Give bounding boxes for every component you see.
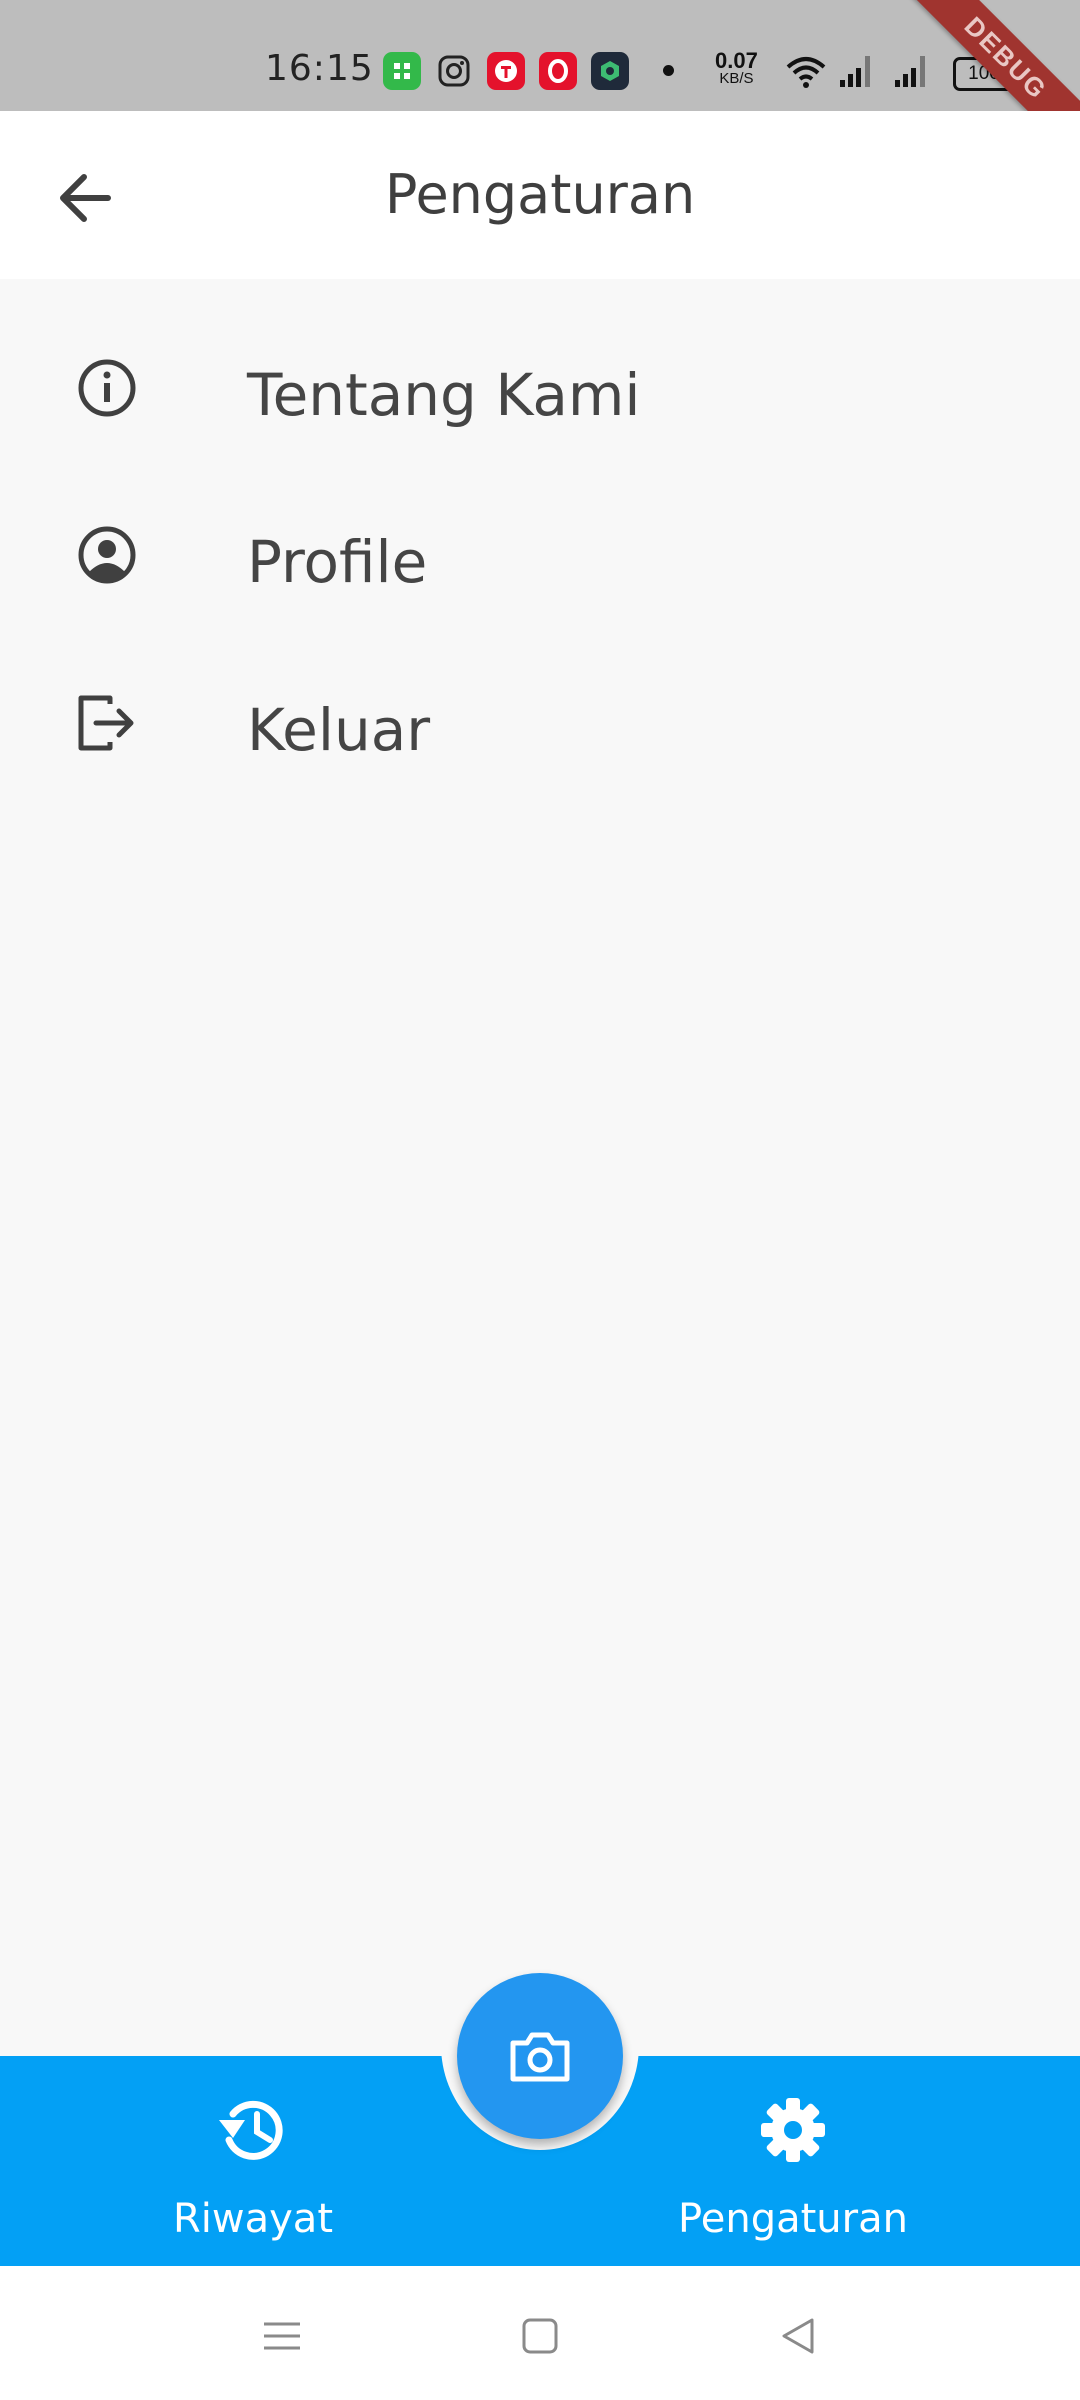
settings-gear-icon — [761, 2098, 825, 2162]
nav-item-label: Riwayat — [173, 2196, 333, 2242]
back-icon[interactable] — [768, 2306, 828, 2366]
menu-item-label: Profile — [247, 528, 428, 596]
history-icon — [219, 2100, 283, 2160]
app-notification-icon — [383, 52, 421, 90]
menu-item-label: Tentang Kami — [247, 361, 641, 429]
signal-icon — [840, 56, 870, 87]
menu-item-keluar[interactable]: Keluar — [0, 660, 1080, 810]
menu-item-label: Keluar — [247, 696, 431, 764]
app-bar: Pengaturan — [0, 111, 1080, 279]
nav-item-label: Pengaturan — [678, 2196, 908, 2242]
nav-item-pengaturan[interactable]: Pengaturan — [643, 2090, 943, 2242]
menu-item-profile[interactable]: Profile — [0, 492, 1080, 642]
network-speed: 0.07 KB/S — [715, 48, 758, 88]
signal-icon — [895, 56, 925, 87]
status-time: 16:15 — [265, 48, 374, 89]
nav-item-riwayat[interactable]: Riwayat — [103, 2090, 403, 2242]
camera-icon — [510, 2032, 570, 2082]
camera-fab-button[interactable] — [457, 1973, 623, 2139]
status-bar: 16:15 0.07 KB/S 100 — [0, 0, 1080, 111]
instagram-icon — [435, 52, 473, 90]
menu-icon[interactable] — [252, 2306, 312, 2366]
notification-dot-icon — [663, 65, 674, 76]
logout-icon — [78, 695, 134, 751]
menu-item-tentang-kami[interactable]: Tentang Kami — [0, 325, 1080, 475]
app-notification-icon — [487, 52, 525, 90]
page-title: Pengaturan — [384, 163, 696, 226]
wifi-icon — [786, 57, 826, 88]
system-navigation-bar — [0, 2266, 1080, 2400]
info-circle-icon — [78, 359, 136, 417]
app-notification-icon — [591, 52, 629, 90]
opera-icon — [539, 52, 577, 90]
home-icon[interactable] — [510, 2306, 570, 2366]
account-circle-icon — [78, 526, 136, 584]
